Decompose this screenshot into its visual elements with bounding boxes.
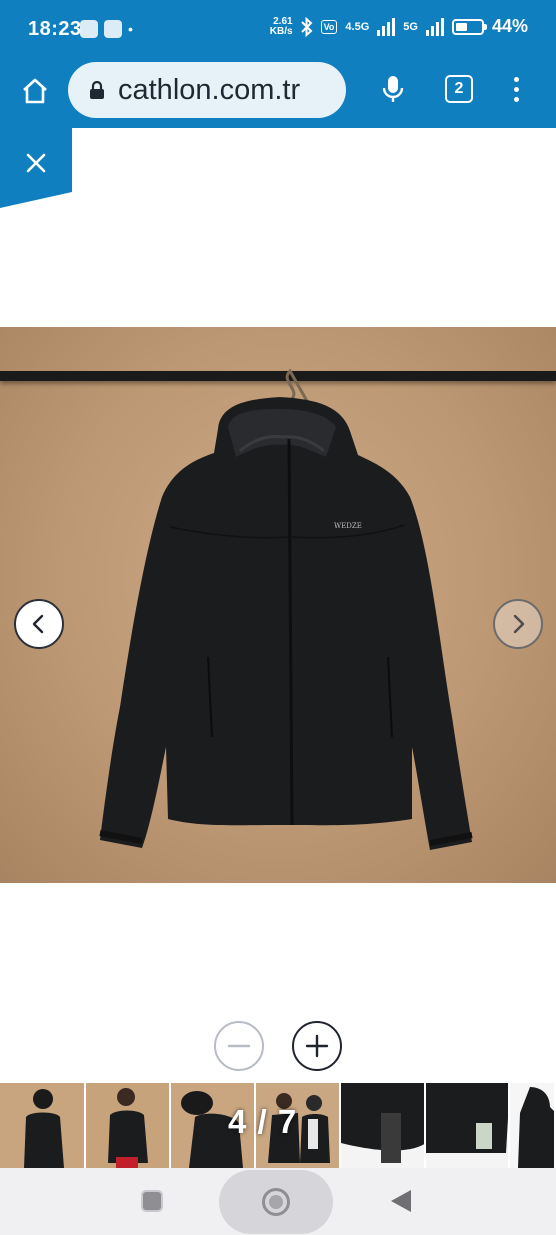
volte-icon: Vo <box>320 19 338 34</box>
home-icon <box>23 78 47 104</box>
voice-search-button[interactable] <box>376 72 410 106</box>
previous-image-button[interactable] <box>14 599 64 649</box>
close-gallery-button[interactable] <box>0 128 72 208</box>
plus-icon <box>305 1034 329 1058</box>
status-time: 18:23 <box>28 18 82 40</box>
thumbnail[interactable] <box>86 1083 171 1168</box>
battery-icon <box>451 18 487 35</box>
more-notifications-icon: • <box>128 21 133 37</box>
network-type-2: 5G <box>403 20 418 33</box>
brand-logo: WEDZE <box>334 522 362 530</box>
chevron-right-icon <box>513 614 525 634</box>
lock-icon <box>90 81 104 99</box>
signal-icon-2 <box>425 17 444 36</box>
thumbnail[interactable] <box>341 1083 426 1168</box>
status-bar: 18:23 • 2.61 KB/s Vo 4.5G 5G 44% <box>0 0 556 58</box>
product-image[interactable]: WEDZE <box>0 327 556 883</box>
image-counter: 4 / 7 <box>228 1103 298 1140</box>
battery-percent: 44% <box>491 16 528 36</box>
network-speed: 2.61 KB/s <box>269 15 293 37</box>
url-bar[interactable]: cathlon.com.tr <box>68 62 346 118</box>
browser-menu-button[interactable] <box>504 72 528 106</box>
signal-icon <box>377 17 396 36</box>
more-vert-icon <box>513 76 519 82</box>
bluetooth-icon <box>300 16 313 37</box>
url-text: cathlon.com.tr <box>118 73 301 106</box>
notification-app-icon <box>104 20 122 38</box>
back-nav-button[interactable] <box>389 1188 413 1214</box>
notification-app-icon <box>80 20 98 38</box>
next-image-button[interactable] <box>493 599 543 649</box>
zoom-out-button[interactable] <box>214 1021 264 1071</box>
minus-icon <box>227 1044 251 1048</box>
close-icon <box>26 153 46 173</box>
notification-icons: • <box>80 20 133 38</box>
home-nav-button[interactable] <box>219 1170 333 1234</box>
zoom-in-button[interactable] <box>292 1021 342 1071</box>
chevron-left-icon <box>32 614 44 634</box>
microphone-icon <box>382 76 404 102</box>
browser-toolbar: cathlon.com.tr 2 <box>0 58 556 128</box>
recent-apps-button[interactable] <box>141 1190 163 1212</box>
thumbnail[interactable] <box>510 1083 556 1168</box>
thumbnail[interactable] <box>426 1083 510 1168</box>
tab-switcher-button[interactable]: 2 <box>445 75 473 103</box>
network-type-1: 4.5G <box>345 20 370 33</box>
status-right-cluster: 2.61 KB/s Vo 4.5G 5G 44% <box>270 16 528 37</box>
jacket-image: WEDZE <box>99 368 473 850</box>
home-button[interactable] <box>16 72 54 110</box>
home-nav-icon <box>262 1188 290 1216</box>
thumbnail[interactable] <box>0 1083 86 1168</box>
